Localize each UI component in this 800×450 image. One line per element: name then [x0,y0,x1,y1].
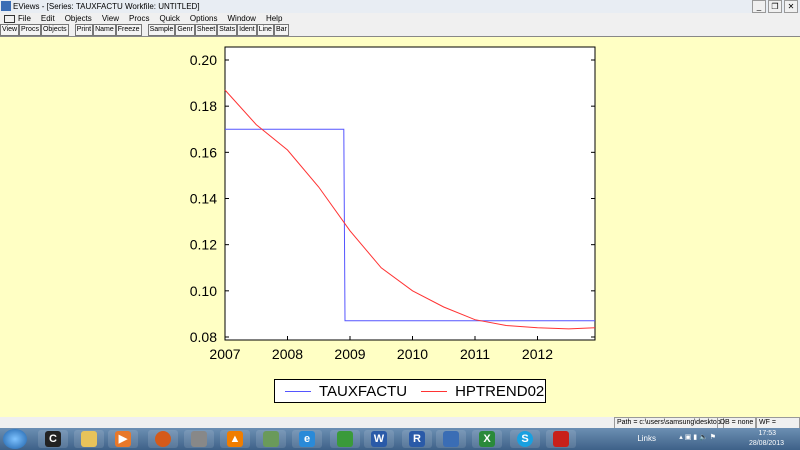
taskbar-palm-app[interactable] [330,430,360,448]
y-tick-label: 0.08 [190,329,217,345]
y-tick-label: 0.16 [190,144,217,160]
clock-date[interactable]: 28/08/2013 [749,440,784,447]
taskbar-word[interactable]: W [364,430,394,448]
legend-swatch-tauxfactu [285,390,311,392]
taskbar-calibri[interactable]: C [38,430,68,448]
clock-time[interactable]: 17:53 [758,430,776,437]
taskbar-skype[interactable]: S [510,430,540,448]
legend-swatch-hptrend02 [421,390,448,392]
x-tick-label: 2011 [460,346,490,362]
x-tick-label: 2010 [397,346,428,362]
taskbar-eviews[interactable] [436,430,466,448]
y-tick-label: 0.14 [190,191,217,207]
plot-area [224,46,596,341]
taskbar-app[interactable] [184,430,214,448]
taskbar-excel[interactable]: X [472,430,502,448]
y-tick-label: 0.12 [190,237,217,253]
taskbar-vlc[interactable]: ▲ [220,430,250,448]
tray-icons[interactable]: ▴ ▣ ▮ 🔈 ⚑ [679,433,716,441]
y-tick-label: 0.20 [190,52,217,68]
start-button[interactable] [3,429,27,449]
status-bar: Path = c:\users\samsung\desktop DB = non… [0,417,800,439]
taskbar-media-player[interactable]: ▶ [108,430,138,448]
taskbar-acrobat[interactable] [546,430,576,448]
x-tick-label: 2008 [272,346,303,362]
y-tick-label: 0.18 [190,98,217,114]
taskbar: C ▶ ▲ e W R X S Links ▴ ▣ ▮ 🔈 ⚑ 17:53 28… [0,428,800,450]
chart-legend: TAUXFACTU HPTREND02 [274,379,546,403]
taskbar-internet-explorer[interactable]: e [292,430,322,448]
x-tick-label: 2007 [209,346,240,362]
legend-label-tauxfactu: TAUXFACTU [319,382,408,400]
y-tick-label: 0.10 [190,283,217,299]
x-tick-label: 2009 [334,346,365,362]
taskbar-r[interactable]: R [402,430,432,448]
links-toolbar[interactable]: Links [637,434,656,443]
taskbar-firefox[interactable] [148,430,178,448]
legend-label-hptrend02: HPTREND02 [455,382,545,400]
taskbar-explorer[interactable] [74,430,104,448]
x-tick-label: 2012 [522,346,553,362]
taskbar-app2[interactable] [256,430,286,448]
